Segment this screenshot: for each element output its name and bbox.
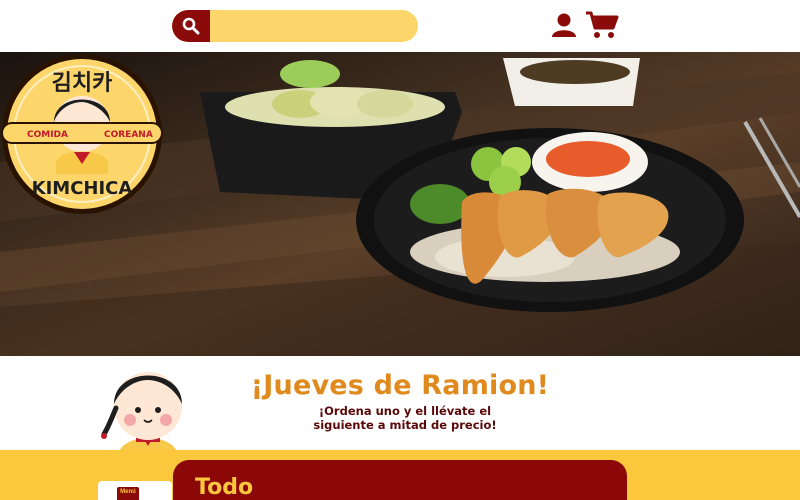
search-bar [172, 10, 418, 42]
category-title[interactable]: Todo [195, 475, 253, 500]
user-account-button[interactable] [550, 11, 578, 39]
category-panel: Todo [173, 460, 627, 500]
promo-subtitle-line1: ¡Ordena uno y el llévate el [318, 404, 492, 418]
logo-left-label: COMIDA [27, 130, 68, 140]
logo-right-label: COREANA [104, 130, 153, 140]
search-icon [182, 17, 200, 35]
top-header [0, 0, 800, 52]
cart-button[interactable] [585, 10, 619, 40]
mascot-image [101, 372, 182, 456]
search-button[interactable] [172, 10, 210, 42]
promo-title: ¡Jueves de Ramion! [250, 370, 550, 401]
promo-subtitle: ¡Ordena uno y el llévate el siguiente a … [200, 404, 610, 432]
logo-brand-text: KIMCHICA [32, 178, 133, 199]
user-icon [552, 13, 576, 37]
logo-korean-text: 김치카 [52, 71, 113, 96]
cart-icon [586, 11, 619, 38]
hero-food-photo: COMIDA COREANA 김치카 KIMCHICA [0, 52, 800, 356]
promo-subtitle-line2: siguiente a mitad de precio! [313, 418, 497, 432]
search-input[interactable] [210, 10, 418, 42]
menu-tag-button[interactable]: Menú [117, 487, 139, 500]
kimchica-logo: COMIDA COREANA 김치카 KIMCHICA [1, 54, 163, 214]
